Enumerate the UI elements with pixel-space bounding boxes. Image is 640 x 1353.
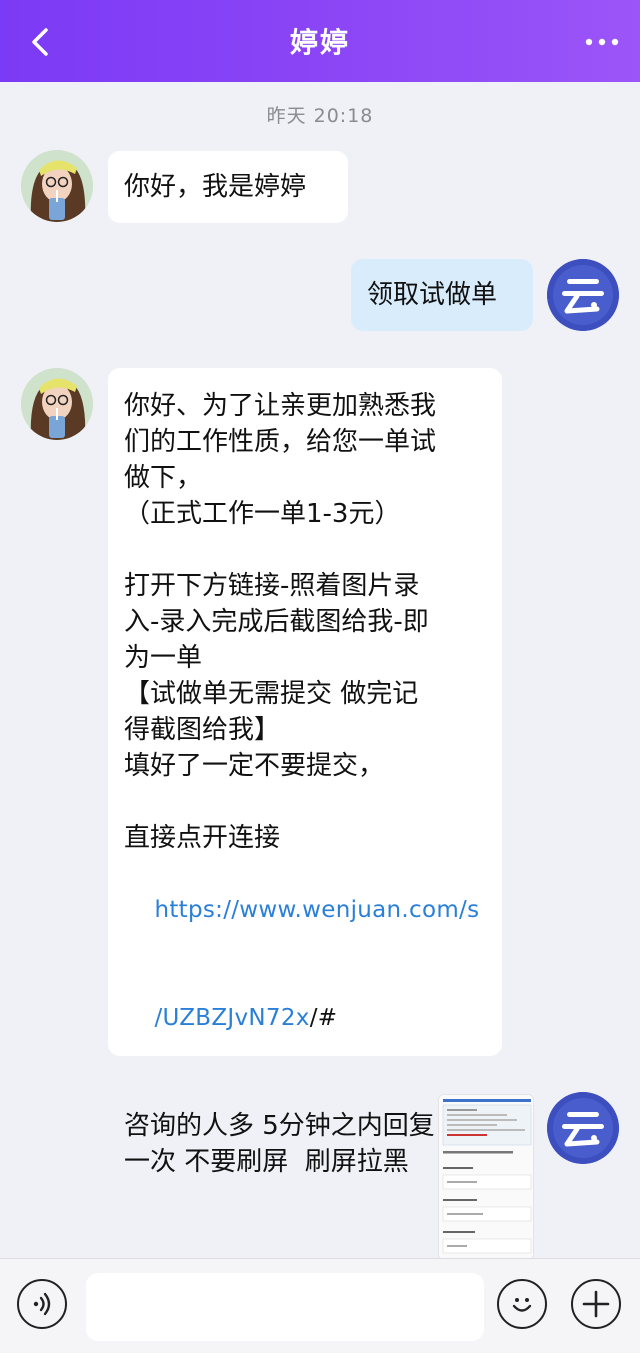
avatar-image xyxy=(21,368,93,440)
message-text: 领取试做单 xyxy=(367,280,498,310)
message-link[interactable]: /UZBZJvN72x/# xyxy=(124,964,486,1072)
my-avatar[interactable] xyxy=(547,259,619,331)
more-dots-icon xyxy=(585,38,619,46)
message-line: 打开下方链接-照着图片录 xyxy=(124,571,420,601)
message-line: 做下， xyxy=(124,463,203,493)
avatar-image xyxy=(21,150,93,222)
message-link[interactable]: https://www.wenjuan.com/s xyxy=(124,856,486,964)
link-text-part2[interactable]: /UZBZJvN72x xyxy=(154,1005,309,1031)
message-input[interactable] xyxy=(86,1273,484,1341)
plus-icon xyxy=(582,1290,610,1318)
message-line: 【试做单无需提交 做完记 xyxy=(124,679,419,709)
message-line: 你好、为了让亲更加熟悉我 xyxy=(124,391,437,421)
yun-logo-icon xyxy=(547,259,619,331)
message-line: 直接点开连接 xyxy=(124,823,281,853)
message-bubble-outgoing[interactable]: 领取试做单 xyxy=(351,259,533,331)
message-line: 入-录入完成后截图给我-即 xyxy=(124,607,429,637)
emoji-icon xyxy=(512,1298,532,1312)
message-line: 咨询的人多 5分钟之内回复 xyxy=(124,1111,435,1141)
chat-title: 婷婷 xyxy=(289,26,350,59)
message-line: 们的工作性质，给您一单试 xyxy=(124,427,437,457)
my-avatar[interactable] xyxy=(547,1092,619,1164)
contact-avatar[interactable] xyxy=(21,150,93,222)
link-suffix: /# xyxy=(309,1005,338,1031)
chevron-left-icon xyxy=(32,28,48,56)
message-timestamp: 昨天 20:18 xyxy=(266,105,374,127)
message-text: 你好，我是婷婷 xyxy=(124,172,307,202)
message-line: （正式工作一单1-3元） xyxy=(124,499,401,529)
back-button[interactable] xyxy=(22,24,58,60)
voice-icon xyxy=(33,1292,51,1316)
message-bubble-incoming[interactable]: 你好、为了让亲更加熟悉我 们的工作性质，给您一单试 做下， （正式工作一单1-3… xyxy=(108,368,502,1177)
link-text-part1[interactable]: https://www.wenjuan.com/s xyxy=(154,897,479,923)
message-bubble-incoming[interactable]: 你好，我是婷婷 xyxy=(108,151,348,223)
yun-logo-icon xyxy=(547,1092,619,1164)
message-line xyxy=(124,1072,486,1108)
image-message[interactable] xyxy=(438,1094,534,1260)
message-line: 得截图给我】 xyxy=(124,715,281,745)
more-button[interactable] xyxy=(582,28,622,56)
message-line: 一次 不要刷屏 刷屏拉黑 xyxy=(124,1147,409,1177)
message-line: 为一单 xyxy=(124,643,203,673)
contact-avatar[interactable] xyxy=(21,368,93,440)
voice-button[interactable] xyxy=(17,1279,67,1329)
chat-header: 婷婷 xyxy=(0,0,640,82)
screenshot-thumbnail xyxy=(439,1095,533,1259)
message-line: 填好了一定不要提交， xyxy=(124,751,385,781)
plus-button[interactable] xyxy=(571,1279,621,1329)
emoji-button[interactable] xyxy=(497,1279,547,1329)
message-line xyxy=(124,532,486,568)
input-bar xyxy=(0,1258,640,1353)
message-line xyxy=(124,784,486,820)
